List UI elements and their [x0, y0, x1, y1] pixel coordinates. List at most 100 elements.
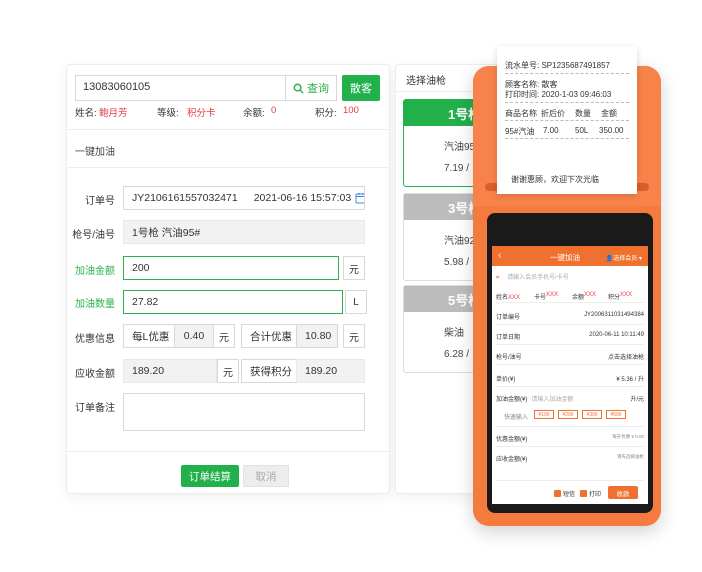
- divider: [496, 446, 644, 447]
- member-balance: 0: [271, 105, 277, 116]
- receivable-label: 应收金额: [75, 369, 115, 380]
- remark-textarea[interactable]: [123, 393, 365, 431]
- receipt-serial: 流水单号: SP1235687491857: [505, 61, 610, 70]
- pos-title: 一键加油: [550, 253, 580, 262]
- pos-header: ‹ 一键加油 👤选择会员 ▾: [492, 246, 648, 266]
- amount-input[interactable]: 200: [123, 256, 339, 280]
- divider: [496, 302, 644, 303]
- order-window: 13083060105 查询 散客 姓名: 鲍月芳 等级: 积分卡 余额: 0 …: [66, 64, 390, 494]
- divider: [67, 451, 389, 452]
- pos-discount-row: 优惠金额(¥) 每升优惠 ¥ 0.00: [496, 434, 644, 443]
- amount-label: 加油金额: [75, 266, 115, 277]
- print-checkbox[interactable]: 打印: [580, 489, 601, 498]
- divider: [496, 480, 644, 481]
- check-icon: [554, 490, 561, 497]
- receipt-divider: [505, 120, 629, 121]
- quick-chip-200[interactable]: ¥200: [558, 410, 578, 419]
- name-label: 姓名:: [75, 108, 97, 119]
- collect-payment-button[interactable]: 收款: [608, 486, 638, 499]
- pump-card-fuel: 汽油92: [444, 236, 476, 247]
- balance-label: 余额:: [243, 108, 265, 119]
- gun-label: 枪号/油号: [72, 230, 115, 241]
- receipt-item-name: 95#汽油: [505, 127, 535, 136]
- qty-unit: L: [345, 290, 367, 314]
- pos-gun-row[interactable]: 枪号/油号 点击选择油枪: [496, 352, 644, 361]
- receipt-item-price: 7.00: [543, 126, 559, 135]
- divider: [496, 386, 644, 387]
- per-l-label: 每L优惠: [123, 324, 175, 348]
- remark-label: 订单备注: [75, 403, 115, 414]
- earn-points-value: 189.20: [296, 359, 365, 383]
- order-time-value: 2021-06-16 15:57:03: [253, 192, 352, 204]
- sms-checkbox[interactable]: 短信: [554, 489, 575, 498]
- receipt-print-time: 打印时间: 2020-1-03 09:46:03: [505, 90, 612, 99]
- member-level: 积分卡: [187, 108, 216, 119]
- receipt-col-qty: 数量: [575, 109, 591, 118]
- receipt-col-price: 折后价: [541, 109, 565, 118]
- total-discount-value: 10.80: [296, 324, 338, 348]
- member-points: 100: [343, 105, 359, 116]
- pump-panel-title: 选择油枪: [406, 76, 446, 87]
- check-icon: [580, 490, 587, 497]
- scan-icon[interactable]: ⌗: [496, 275, 499, 281]
- pos-amount-row[interactable]: 加油金额(¥) 请输入加油金额 升/元: [496, 394, 644, 403]
- pos-member-row: 姓名XXX 卡号 XXX 余额 XXX 积分 XXX: [496, 292, 633, 301]
- order-no-field[interactable]: JY2106161557032471 2021-06-16 15:57:03: [123, 186, 365, 210]
- order-no-value: JY2106161557032471: [132, 192, 238, 204]
- receipt-divider: [505, 73, 629, 74]
- divider: [496, 324, 644, 325]
- member-name: 鲍月芳: [99, 108, 128, 119]
- pos-search-input[interactable]: 请输入会员手机号/卡号: [507, 275, 569, 281]
- calendar-icon[interactable]: [355, 192, 365, 204]
- receipt-item-qty: 50L: [575, 126, 589, 135]
- receivable-unit: 元: [217, 359, 239, 383]
- receipt-col-name: 商品名称: [505, 109, 537, 118]
- divider: [496, 426, 644, 427]
- per-l-value: 0.40: [174, 324, 214, 348]
- pos-receivable-row: 应收金额(¥) 请先选择油枪: [496, 454, 644, 463]
- receipt-divider: [505, 138, 629, 139]
- quick-chip-100[interactable]: ¥100: [534, 410, 554, 419]
- section-title: 一键加油: [75, 147, 115, 158]
- divider: [67, 167, 389, 168]
- member-phone-input[interactable]: 13083060105: [75, 75, 285, 101]
- discount-label: 优惠信息: [75, 334, 115, 345]
- submit-order-button[interactable]: 订单结算: [181, 465, 239, 487]
- pos-unit-price-row: 单价(¥) ¥ 5.36 / 升: [496, 377, 644, 383]
- pump-card-price: 7.19 /: [444, 163, 470, 174]
- member-info-row: 姓名: 鲍月芳 等级: 积分卡 余额: 0 积分: 100: [75, 105, 385, 119]
- total-discount-label: 合计优惠: [241, 324, 297, 348]
- pump-card-fuel: 汽油95: [444, 142, 476, 153]
- total-discount-unit: 元: [343, 324, 365, 348]
- divider: [496, 344, 644, 345]
- earn-points-label: 获得积分: [241, 359, 297, 383]
- pos-order-date-row: 订单日期 2020-06-11 10:11:49: [496, 332, 644, 341]
- qty-label: 加油数量: [75, 299, 115, 310]
- receipt-item-amount: 350.00: [599, 126, 624, 135]
- level-label: 等级:: [157, 108, 179, 119]
- select-member-button[interactable]: 👤选择会员 ▾: [606, 253, 642, 262]
- quick-chip-300[interactable]: ¥300: [582, 410, 602, 419]
- cancel-button[interactable]: 取消: [243, 465, 289, 487]
- receipt-col-amount: 金额: [601, 109, 617, 118]
- per-l-unit: 元: [213, 324, 235, 348]
- receivable-value: 189.20: [123, 359, 217, 383]
- quick-chip-500[interactable]: ¥500: [606, 410, 626, 419]
- receipt-thanks: 谢谢惠顾，欢迎下次光临: [511, 175, 599, 184]
- divider: [496, 364, 644, 365]
- query-button-label: 查询: [307, 83, 329, 95]
- order-no-label: 订单号: [85, 196, 115, 207]
- receipt-divider: [505, 102, 629, 103]
- guest-button[interactable]: 散客: [342, 75, 380, 101]
- back-icon[interactable]: ‹: [498, 250, 501, 261]
- points-label: 积分:: [315, 108, 337, 119]
- divider: [67, 129, 389, 130]
- gun-field[interactable]: 1号枪 汽油95#: [123, 220, 365, 244]
- amount-unit: 元: [343, 256, 365, 280]
- pos-search-row[interactable]: ⌗ 请输入会员手机号/卡号: [496, 272, 644, 284]
- pos-screen: ‹ 一键加油 👤选择会员 ▾ ⌗ 请输入会员手机号/卡号 姓名XXX 卡号 XXX…: [492, 246, 648, 504]
- pos-order-no-row: 订单编号 JY2006311031494384: [496, 312, 644, 321]
- pump-card-price: 6.28 /: [444, 349, 470, 360]
- query-button[interactable]: 查询: [285, 75, 337, 101]
- qty-input[interactable]: 27.82: [123, 290, 343, 314]
